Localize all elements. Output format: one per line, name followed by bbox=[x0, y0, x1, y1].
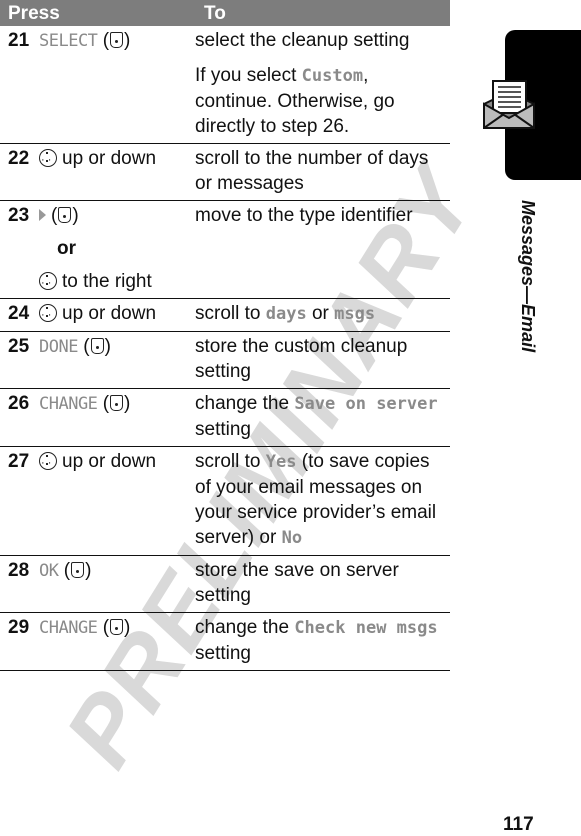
center-select-key-icon bbox=[110, 619, 124, 635]
center-select-key-icon bbox=[110, 395, 124, 411]
email-envelope-icon bbox=[482, 80, 536, 135]
display-text: Check new msgs bbox=[294, 618, 438, 638]
instruction-text: setting bbox=[195, 419, 251, 440]
table-row: 29 CHANGE () change the Check new msgs se… bbox=[0, 613, 450, 671]
table-header: Press To bbox=[0, 0, 450, 26]
display-text: Yes bbox=[265, 452, 297, 472]
step-number: 26 bbox=[8, 393, 30, 414]
table-row: 23() or to the right move to the type id… bbox=[0, 201, 450, 299]
step-number: 24 bbox=[8, 303, 30, 324]
press-text: up or down bbox=[62, 451, 157, 472]
step-number: 21 bbox=[8, 30, 30, 51]
table-row: 22 up or down scroll to the number of day… bbox=[0, 144, 450, 201]
table-row: 28 OK () store the save on server setting bbox=[0, 556, 450, 613]
instruction-note: If you select Custom, continue. Otherwis… bbox=[195, 63, 444, 139]
to-cell: change the Check new msgs setting bbox=[195, 613, 450, 670]
press-text: up or down bbox=[62, 148, 157, 169]
page-number: 117 bbox=[503, 814, 534, 835]
step-number: 23 bbox=[8, 205, 30, 226]
instruction-text: setting bbox=[195, 643, 251, 664]
to-cell: scroll to days or msgs bbox=[195, 299, 450, 331]
to-cell: change the Save on server setting bbox=[195, 389, 450, 446]
to-cell: select the cleanup setting If you select… bbox=[195, 26, 450, 143]
right-arrow-icon bbox=[39, 209, 46, 221]
press-cell: 26 CHANGE () bbox=[8, 393, 131, 414]
to-cell: scroll to Yes (to save copies of your em… bbox=[195, 447, 450, 555]
press-cell: 24 up or down bbox=[0, 299, 195, 331]
instruction-text: or bbox=[306, 303, 335, 324]
navigation-key-icon bbox=[39, 451, 57, 476]
center-select-key-icon bbox=[110, 32, 124, 48]
section-title-text: Messages—Email bbox=[518, 200, 538, 353]
press-text: to the right bbox=[62, 271, 152, 292]
center-select-key-icon bbox=[71, 562, 85, 578]
navigation-key-icon bbox=[39, 271, 57, 296]
table-row: 21 SELECT () select the cleanup setting I… bbox=[0, 26, 450, 144]
instruction-text: store the custom cleanup setting bbox=[195, 336, 408, 382]
press-cell: 21 SELECT () bbox=[8, 30, 131, 51]
instruction-text: select the cleanup setting bbox=[195, 30, 410, 51]
center-select-key-icon bbox=[90, 338, 104, 354]
press-cell: 25 DONE () bbox=[8, 336, 111, 357]
step-number: 28 bbox=[8, 560, 30, 581]
press-cell: 29 CHANGE () bbox=[8, 617, 131, 638]
softkey-label: SELECT bbox=[39, 31, 98, 51]
table-row: 24 up or down scroll to days or msgs bbox=[0, 299, 450, 332]
header-press: Press bbox=[8, 3, 60, 24]
instruction-text: scroll to bbox=[195, 451, 266, 472]
instruction-text: change the bbox=[195, 617, 295, 638]
note-text: If you select bbox=[195, 65, 302, 86]
table-row: 25 DONE () store the custom cleanup setti… bbox=[0, 332, 450, 389]
display-text: Save on server bbox=[294, 394, 438, 414]
softkey-label: CHANGE bbox=[39, 394, 98, 414]
press-cell: 23() or to the right bbox=[0, 201, 195, 298]
table-row: 26 CHANGE () change the Save on server se… bbox=[0, 389, 450, 447]
center-select-key-icon bbox=[58, 207, 72, 223]
display-text: msgs bbox=[334, 304, 376, 324]
press-text: up or down bbox=[62, 303, 157, 324]
softkey-label: OK bbox=[39, 561, 59, 581]
or-label: or bbox=[57, 238, 76, 259]
navigation-key-icon bbox=[39, 303, 57, 328]
display-text: Custom bbox=[301, 66, 364, 86]
press-cell: 22 up or down bbox=[0, 144, 195, 200]
display-text: days bbox=[265, 304, 307, 324]
instruction-text: move to the type identifier bbox=[195, 205, 413, 226]
step-number: 27 bbox=[8, 451, 30, 472]
press-cell: 28 OK () bbox=[8, 560, 92, 581]
section-title: Messages—Email bbox=[512, 200, 542, 360]
table-row: 27 up or down scroll to Yes (to save copi… bbox=[0, 447, 450, 556]
instruction-table: Press To 21 SELECT () select the cleanup … bbox=[0, 0, 450, 671]
instruction-text: change the bbox=[195, 393, 295, 414]
display-text: No bbox=[281, 528, 303, 548]
step-number: 29 bbox=[8, 617, 30, 638]
instruction-text: scroll to the number of days or messages bbox=[195, 148, 429, 194]
softkey-label: DONE bbox=[39, 337, 78, 357]
step-number: 25 bbox=[8, 336, 30, 357]
step-number: 22 bbox=[8, 148, 30, 169]
press-cell: 27 up or down bbox=[0, 447, 195, 555]
softkey-label: CHANGE bbox=[39, 618, 98, 638]
instruction-text: store the save on server setting bbox=[195, 560, 399, 606]
header-to: To bbox=[204, 3, 226, 24]
navigation-key-icon bbox=[39, 148, 57, 173]
instruction-text: scroll to bbox=[195, 303, 266, 324]
